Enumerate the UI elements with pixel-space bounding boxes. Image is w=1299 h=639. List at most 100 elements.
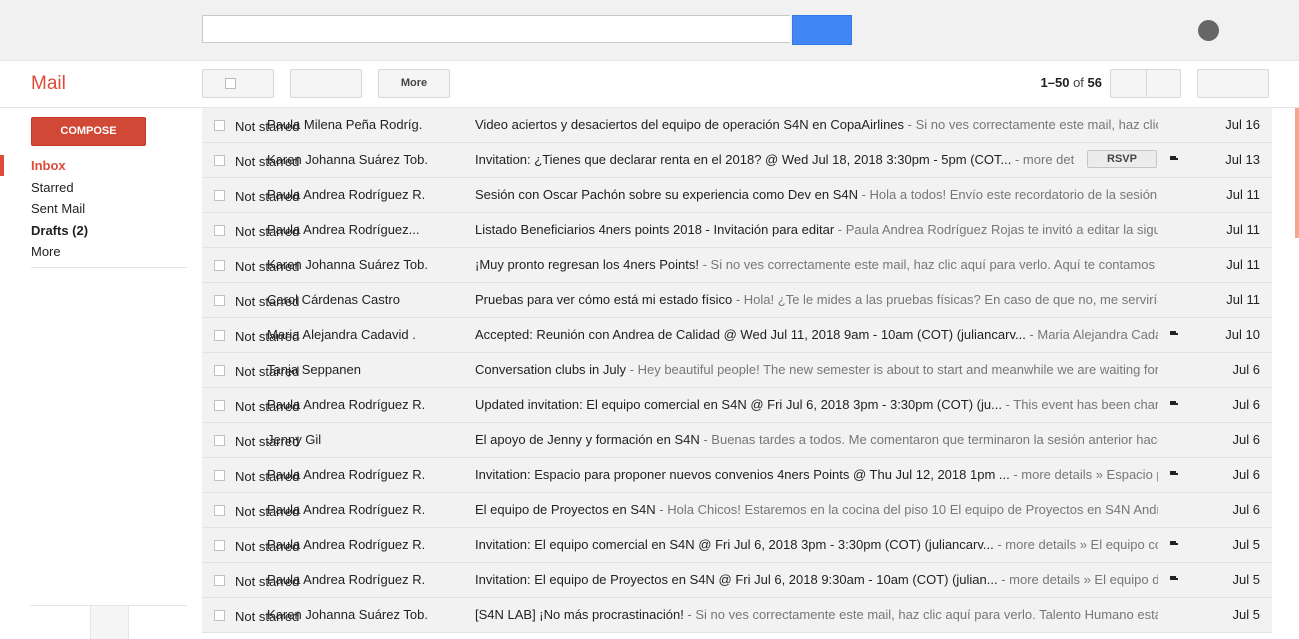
message-date: Jul 5: [1232, 537, 1260, 552]
search-input[interactable]: [202, 15, 790, 43]
message-subject-line[interactable]: ¡Muy pronto regresan los 4ners Points! -…: [475, 257, 1158, 272]
message-subject: Accepted: Reunión con Andrea de Calidad …: [475, 327, 1026, 342]
message-subject-line[interactable]: Conversation clubs in July - Hey beautif…: [475, 362, 1158, 377]
message-row[interactable]: Not starred Paula Andrea Rodríguez R. Upda…: [202, 388, 1272, 423]
message-row[interactable]: Not starred Carol Cárdenas Castro Pruebas …: [202, 283, 1272, 318]
message-subject-line[interactable]: Invitation: ¿Tienes que declarar renta e…: [475, 152, 1158, 167]
message-date: Jul 11: [1226, 222, 1260, 237]
message-subject-line[interactable]: Invitation: Espacio para proponer nuevos…: [475, 467, 1158, 482]
newer-page-button[interactable]: [1110, 69, 1146, 98]
message-subject-line[interactable]: Invitation: El equipo de Proyectos en S4…: [475, 572, 1158, 587]
message-snippet: - more det: [1011, 152, 1075, 167]
message-subject-line[interactable]: [S4N LAB] ¡No más procrastinación! - Si …: [475, 607, 1158, 622]
calendar-event-icon: [1170, 541, 1178, 545]
row-checkbox[interactable]: [214, 330, 225, 341]
message-sender: Paula Andrea Rodríguez R.: [267, 467, 426, 482]
message-row[interactable]: Not starred Paula Andrea Rodríguez R. Invi…: [202, 563, 1272, 598]
message-sender: Paula Andrea Rodríguez...: [267, 222, 420, 237]
message-subject-line[interactable]: Sesión con Oscar Pachón sobre su experie…: [475, 187, 1158, 202]
message-subject-line[interactable]: Invitation: El equipo comercial en S4N @…: [475, 537, 1158, 552]
message-subject: Invitation: El equipo de Proyectos en S4…: [475, 572, 998, 587]
scrollbar[interactable]: [1295, 108, 1299, 238]
search-button[interactable]: [792, 15, 852, 45]
row-checkbox[interactable]: [214, 470, 225, 481]
pagination-count: 1–50 of 56: [1000, 75, 1102, 90]
message-row[interactable]: Not starred Jenny Gil El apoyo de Jenny y …: [202, 423, 1272, 458]
sidebar-item-sent-mail[interactable]: Sent Mail: [0, 198, 190, 220]
message-row[interactable]: Not starred Karen Johanna Suárez Tob. Invi…: [202, 143, 1272, 178]
chat-panel-tab[interactable]: [90, 606, 129, 639]
message-snippet: - Si no ves correctamente este mail, haz…: [904, 117, 1158, 132]
message-sender: Paula Andrea Rodríguez R.: [267, 572, 426, 587]
message-list: Not starred Paula Milena Peña Rodríg. Vide…: [202, 108, 1272, 633]
older-page-button[interactable]: [1146, 69, 1181, 98]
message-subject: Invitation: Espacio para proponer nuevos…: [475, 467, 1010, 482]
sidebar-item-starred[interactable]: Starred: [0, 177, 190, 199]
message-row[interactable]: Not starred Paula Andrea Rodríguez R. El e…: [202, 493, 1272, 528]
message-date: Jul 6: [1232, 432, 1260, 447]
row-checkbox[interactable]: [214, 540, 225, 551]
message-subject-line[interactable]: Video aciertos y desaciertos del equipo …: [475, 117, 1158, 132]
row-checkbox[interactable]: [214, 575, 225, 586]
row-checkbox[interactable]: [214, 400, 225, 411]
rsvp-button[interactable]: RSVP: [1087, 150, 1157, 168]
message-snippet: - This event has been chan: [1001, 397, 1158, 412]
row-checkbox[interactable]: [214, 225, 225, 236]
message-subject-line[interactable]: Accepted: Reunión con Andrea de Calidad …: [475, 327, 1158, 342]
message-date: Jul 11: [1226, 187, 1260, 202]
row-checkbox[interactable]: [214, 295, 225, 306]
sidebar-divider: [31, 267, 187, 268]
pager-range: 1–50: [1040, 75, 1070, 90]
row-checkbox[interactable]: [214, 120, 225, 131]
message-row[interactable]: Not starred Paula Andrea Rodríguez R. Invi…: [202, 458, 1272, 493]
message-snippet: - Si no ves correctamente este mail, haz…: [699, 257, 1158, 272]
message-sender: Maria Alejandra Cadavid .: [267, 327, 416, 342]
message-sender: Paula Milena Peña Rodríg.: [267, 117, 423, 132]
message-snippet: - more details » El equipo co: [993, 537, 1158, 552]
calendar-event-icon: [1170, 156, 1178, 160]
row-checkbox[interactable]: [214, 435, 225, 446]
message-row[interactable]: Not starred Paula Andrea Rodríguez... List…: [202, 213, 1272, 248]
message-subject-line[interactable]: Updated invitation: El equipo comercial …: [475, 397, 1158, 412]
message-date: Jul 5: [1232, 572, 1260, 587]
row-checkbox[interactable]: [214, 610, 225, 621]
message-subject-line[interactable]: El equipo de Proyectos en S4N - Hola Chi…: [475, 502, 1158, 517]
message-sender: Karen Johanna Suárez Tob.: [267, 152, 428, 167]
row-checkbox[interactable]: [214, 155, 225, 166]
account-avatar[interactable]: [1198, 20, 1219, 41]
message-row[interactable]: Not starred Karen Johanna Suárez Tob. ¡Muy…: [202, 248, 1272, 283]
more-actions-button[interactable]: More: [378, 69, 450, 98]
message-subject-line[interactable]: Listado Beneficiarios 4ners points 2018 …: [475, 222, 1158, 237]
message-row[interactable]: Not starred Paula Milena Peña Rodríg. Vide…: [202, 108, 1272, 143]
message-row[interactable]: Not starred Maria Alejandra Cadavid . Acce…: [202, 318, 1272, 353]
message-subject-line[interactable]: El apoyo de Jenny y formación en S4N - B…: [475, 432, 1158, 447]
message-row[interactable]: Not starred Paula Andrea Rodríguez R. Sesi…: [202, 178, 1272, 213]
row-checkbox[interactable]: [214, 365, 225, 376]
select-all-button[interactable]: [202, 69, 274, 98]
row-checkbox[interactable]: [214, 505, 225, 516]
message-snippet: - Hey beautiful people! The new semester…: [626, 362, 1158, 377]
message-row[interactable]: Not starred Tanja Seppanen Conversation cl…: [202, 353, 1272, 388]
message-subject: Updated invitation: El equipo comercial …: [475, 397, 1002, 412]
mail-app-label[interactable]: Mail: [31, 73, 66, 95]
message-snippet: - Hola! ¿Te le mides a las pruebas físic…: [732, 292, 1158, 307]
sidebar-item-drafts[interactable]: Drafts (2): [0, 220, 190, 242]
message-row[interactable]: Not starred Karen Johanna Suárez Tob. [S4N…: [202, 598, 1272, 633]
message-subject: Invitation: ¿Tienes que declarar renta e…: [475, 152, 1012, 167]
row-checkbox[interactable]: [214, 190, 225, 201]
calendar-event-icon: [1170, 401, 1178, 405]
message-subject: Sesión con Oscar Pachón sobre su experie…: [475, 187, 858, 202]
compose-button[interactable]: COMPOSE: [31, 117, 146, 146]
message-date: Jul 5: [1232, 607, 1260, 622]
row-checkbox[interactable]: [214, 260, 225, 271]
message-subject-line[interactable]: Pruebas para ver cómo está mi estado fís…: [475, 292, 1158, 307]
select-checkbox[interactable]: [225, 78, 236, 89]
settings-button[interactable]: [1197, 69, 1269, 98]
message-snippet: - more details » El equipo d: [997, 572, 1158, 587]
message-sender: Paula Andrea Rodríguez R.: [267, 537, 426, 552]
refresh-button[interactable]: [290, 69, 362, 98]
message-row[interactable]: Not starred Paula Andrea Rodríguez R. Invi…: [202, 528, 1272, 563]
sidebar-item-inbox[interactable]: Inbox: [0, 155, 190, 177]
message-subject: Invitation: El equipo comercial en S4N @…: [475, 537, 994, 552]
sidebar-item-more[interactable]: More: [0, 241, 190, 263]
